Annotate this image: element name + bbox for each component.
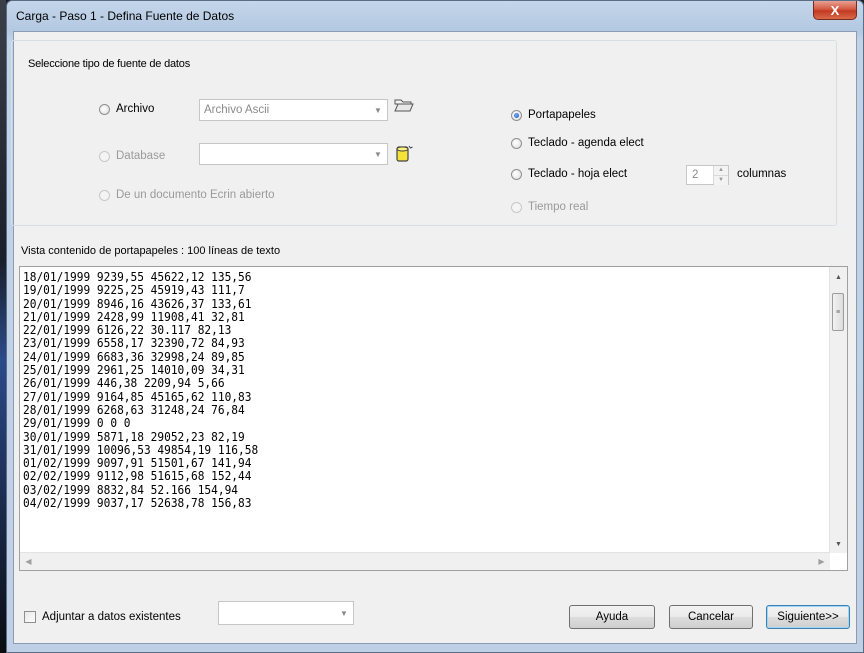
radio-teclado-agenda-indicator[interactable]: [511, 137, 522, 149]
scrollbar-thumb[interactable]: ≡: [832, 293, 844, 331]
radio-tiempo-real[interactable]: Tiempo real: [511, 201, 588, 213]
database-combo[interactable]: ▼: [199, 143, 388, 165]
preview-line: 19/01/1999 9225,25 45919,43 111,7: [23, 283, 245, 298]
append-target-combo[interactable]: ▼: [218, 601, 354, 625]
radio-archivo-indicator[interactable]: [99, 103, 110, 115]
radio-database-indicator[interactable]: [99, 150, 110, 162]
preview-line: 24/01/1999 6683,36 32998,24 89,85: [23, 349, 245, 364]
next-button[interactable]: Siguiente>>: [766, 605, 850, 629]
preview-line: 23/01/1999 6558,17 32390,72 84,93: [23, 336, 245, 351]
preview-line: 27/01/1999 9164,85 45165,62 110,83: [23, 389, 252, 404]
horizontal-scrollbar[interactable]: ◀ ▶: [20, 552, 830, 570]
preview-line: 20/01/1999 8946,16 43626,37 133,61: [23, 296, 252, 311]
preview-caption: Vista contenido de portapapeles : 100 lí…: [21, 245, 281, 257]
help-button[interactable]: Ayuda: [569, 605, 655, 629]
radio-database-label: Database: [116, 150, 166, 162]
radio-teclado-agenda[interactable]: Teclado - agenda elect: [511, 137, 644, 149]
cancel-button[interactable]: Cancelar: [669, 605, 753, 629]
radio-portapapeles-indicator[interactable]: [511, 109, 522, 121]
preview-line: 31/01/1999 10096,53 49854,19 116,58: [23, 442, 259, 457]
chevron-down-icon: ▼: [340, 608, 348, 618]
close-button[interactable]: X: [813, 1, 857, 20]
preview-line: 26/01/1999 446,38 2209,94 5,66: [23, 376, 225, 391]
scroll-right-icon[interactable]: ▶: [813, 553, 830, 570]
append-checkbox-row[interactable]: Adjuntar a datos existentes: [24, 611, 181, 623]
preview-line: 03/02/1999 8832,84 52.166 154,94: [23, 482, 239, 497]
archivo-type-combo[interactable]: Archivo Ascii ▼: [199, 99, 388, 121]
archivo-type-value: Archivo Ascii: [204, 104, 270, 116]
close-icon: X: [830, 2, 840, 18]
chevron-down-icon: ▼: [374, 149, 382, 159]
radio-archivo-label: Archivo: [116, 103, 155, 115]
columns-value: 2: [692, 169, 699, 181]
preview-line: 02/02/1999 9112,98 51615,68 152,44: [23, 469, 252, 484]
radio-database[interactable]: Database: [99, 150, 165, 162]
radio-tiempo-real-indicator[interactable]: [511, 201, 522, 213]
radio-teclado-hoja-indicator[interactable]: [511, 168, 522, 180]
preview-line: 25/01/1999 2961,25 14010,09 34,31: [23, 363, 245, 378]
source-type-legend: Seleccione tipo de fuente de datos: [26, 58, 192, 70]
database-icon[interactable]: [394, 145, 414, 163]
preview-line: 01/02/1999 9097,91 51501,67 141,94: [23, 456, 252, 471]
scroll-down-icon[interactable]: ▼: [830, 536, 847, 553]
radio-teclado-hoja[interactable]: Teclado - hoja elect: [511, 168, 627, 180]
chevron-down-icon: ▼: [374, 105, 382, 115]
radio-portapapeles[interactable]: Portapapeles: [511, 109, 596, 121]
append-label: Adjuntar a datos existentes: [42, 611, 181, 623]
radio-ecrin-document[interactable]: De un documento Ecrin abierto: [99, 189, 275, 201]
preview-text: 18/01/1999 9239,55 45622,12 135,56 19/01/…: [23, 271, 771, 552]
preview-line: 18/01/1999 9239,55 45622,12 135,56: [23, 271, 252, 284]
preview-line: 29/01/1999 0 0 0: [23, 416, 131, 431]
spin-up-icon[interactable]: ▲: [714, 166, 728, 175]
window-title: Carga - Paso 1 - Defina Fuente de Datos: [16, 9, 235, 23]
open-folder-icon[interactable]: [394, 97, 414, 113]
radio-portapapeles-label: Portapapeles: [528, 109, 596, 121]
radio-teclado-agenda-label: Teclado - agenda elect: [528, 137, 644, 149]
clipboard-preview[interactable]: 18/01/1999 9239,55 45622,12 135,56 19/01/…: [19, 266, 848, 571]
spin-down-icon[interactable]: ▼: [714, 175, 728, 185]
title-bar[interactable]: Carga - Paso 1 - Defina Fuente de Datos …: [7, 1, 863, 31]
radio-ecrin-label: De un documento Ecrin abierto: [116, 189, 275, 201]
preview-line: 04/02/1999 9037,17 52638,78 156,83: [23, 496, 252, 511]
preview-line: 30/01/1999 5871,18 29052,23 82,19: [23, 429, 245, 444]
preview-line: 21/01/1999 2428,99 11908,41 32,81: [23, 309, 245, 324]
vertical-scrollbar[interactable]: ▲ ≡ ▼: [829, 267, 847, 553]
scroll-left-icon[interactable]: ◀: [20, 553, 37, 570]
radio-archivo[interactable]: Archivo: [99, 103, 154, 115]
scroll-up-icon[interactable]: ▲: [830, 269, 847, 286]
radio-tiempo-real-label: Tiempo real: [528, 201, 589, 213]
preview-line: 22/01/1999 6126,22 30.117 82,13: [23, 323, 232, 338]
radio-ecrin-indicator[interactable]: [99, 189, 110, 201]
preview-line: 28/01/1999 6268,63 31248,24 76,84: [23, 402, 245, 417]
append-checkbox[interactable]: [24, 611, 36, 623]
radio-teclado-hoja-label: Teclado - hoja elect: [528, 168, 628, 180]
columns-spinner[interactable]: 2 ▲ ▼: [686, 165, 729, 185]
columns-label: columnas: [737, 168, 787, 180]
